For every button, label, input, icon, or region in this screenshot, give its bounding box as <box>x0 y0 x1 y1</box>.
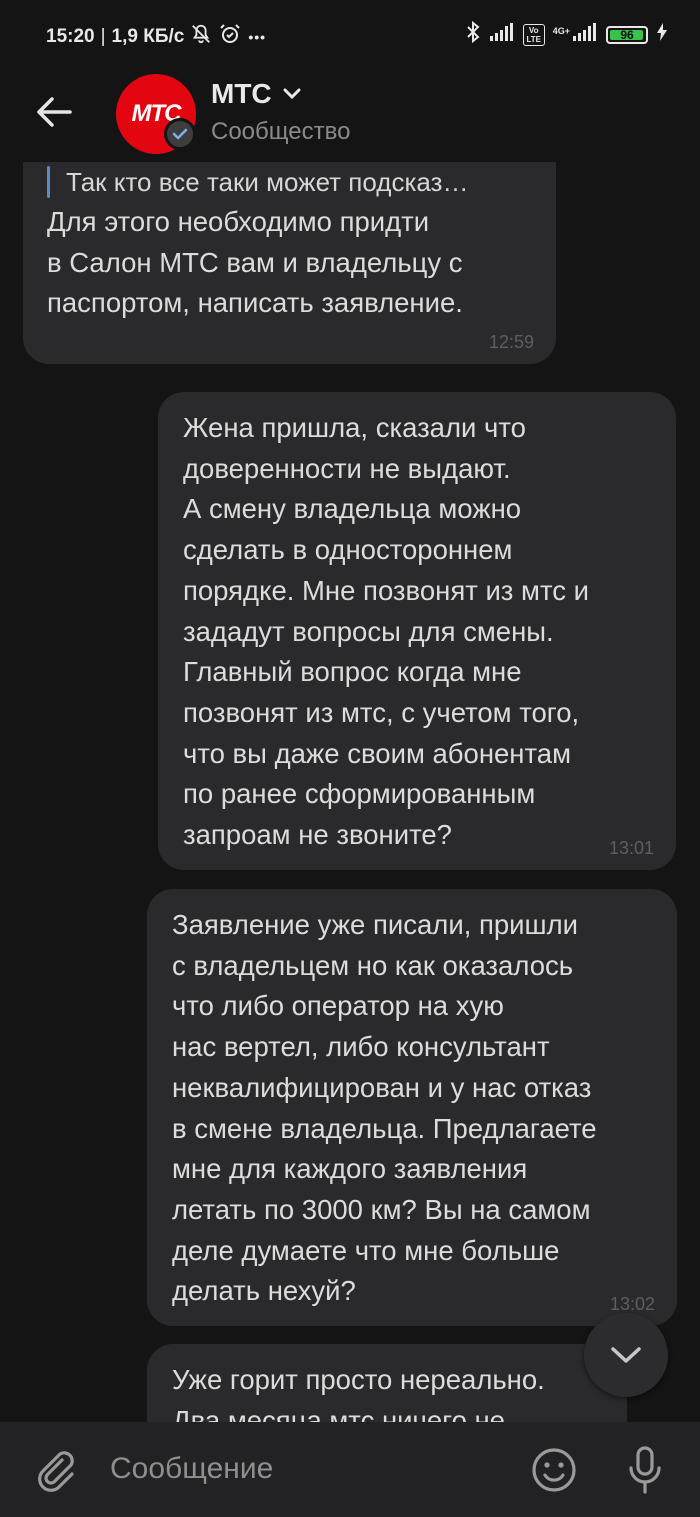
message-line: Для этого необходимо придти <box>47 206 430 237</box>
message-line: деле думаете что мне больше <box>172 1234 560 1266</box>
emoji-icon <box>532 1448 576 1492</box>
message-line: нас вертел, либо консультант <box>172 1031 550 1063</box>
message-time: 13:02 <box>609 1294 655 1314</box>
message-line: в Салон МТС вам и владельцу с <box>47 246 463 278</box>
chevron-down-icon <box>611 1347 641 1363</box>
battery-indicator: 96 <box>606 26 648 44</box>
chat-title[interactable]: МТС <box>211 78 302 110</box>
chat-subtitle: Сообщество <box>211 118 351 145</box>
back-button[interactable] <box>30 88 78 136</box>
back-arrow-icon <box>37 97 72 127</box>
message-line: неквалифицирован и у нас отказ <box>172 1071 592 1103</box>
network-type: 4G+ <box>552 26 570 36</box>
message-line: запроам не звоните? <box>183 819 452 851</box>
signal-strength-4g-icon <box>572 22 598 48</box>
mute-bell-icon <box>190 23 212 51</box>
message-line: А смену владельца можно <box>183 493 522 525</box>
message-line: летать по 3000 км? Вы на самом <box>172 1193 591 1225</box>
message-line: зададут вопросы для смены. <box>183 615 554 647</box>
message-line: делать нехуй? <box>172 1275 356 1307</box>
message-composer <box>0 1422 700 1517</box>
message-line: Главный вопрос когда мне <box>183 656 522 688</box>
chat-header: МТС МТС Сообщество <box>0 66 700 162</box>
reply-bar <box>47 166 50 198</box>
message-input[interactable] <box>110 1446 490 1492</box>
message-line: с владельцем но как оказалось <box>172 949 574 981</box>
status-bar: 15:20 | 1,9 КБ/с ••• Vo LTE 4G+ 96 <box>0 0 700 66</box>
alarm-icon <box>218 22 242 52</box>
battery-percent: 96 <box>620 28 634 42</box>
message-list[interactable]: Так кто все таки может подсказ… Для этог… <box>0 162 700 1422</box>
status-time: 15:20 <box>46 26 95 47</box>
message-bubble-incoming[interactable]: Так кто все таки может подсказ… Для этог… <box>23 162 556 364</box>
attach-icon <box>38 1451 74 1492</box>
message-bubble-outgoing[interactable]: Жена пришла, сказали что доверенности не… <box>158 392 676 870</box>
bluetooth-icon <box>465 20 481 50</box>
verified-check-icon <box>172 128 188 140</box>
message-line: в смене владельца. Предлагаете <box>172 1112 597 1144</box>
reply-quote-text: Так кто все таки может подсказ… <box>66 167 469 197</box>
message-bubble-outgoing[interactable]: Заявление уже писали, пришли с владельце… <box>147 889 677 1326</box>
message-line: Два месяца мтс ничего не <box>172 1404 505 1422</box>
message-line: Заявление уже писали, пришли <box>172 909 578 940</box>
charging-icon <box>656 22 668 48</box>
message-bubble-outgoing[interactable]: Уже горит просто нереально. Два месяца м… <box>147 1344 627 1422</box>
status-separator: | <box>100 26 106 47</box>
message-line: что вы даже своим абонентам <box>183 737 571 769</box>
status-speed: 1,9 КБ/с <box>111 26 185 47</box>
message-line: позвонят из мтс, с учетом того, <box>183 696 580 728</box>
volte-badge: Vo LTE <box>522 24 545 46</box>
chat-title-text: МТС <box>211 78 272 109</box>
verified-badge <box>164 118 196 150</box>
emoji-button[interactable] <box>530 1446 578 1494</box>
message-line: Уже горит просто нереально. <box>172 1364 545 1395</box>
message-line: сделать в одностороннем <box>183 534 513 566</box>
message-time: 13:01 <box>608 838 654 858</box>
status-more-dots: ••• <box>248 29 267 45</box>
message-line: паспортом, написать заявление. <box>47 287 463 319</box>
chevron-down-icon <box>283 88 301 100</box>
scroll-to-bottom-button[interactable] <box>584 1313 668 1397</box>
message-line: доверенности не выдают. <box>183 452 511 484</box>
message-line: что либо оператор на хую <box>172 990 504 1022</box>
message-line: порядке. Мне позвонят из мтс и <box>183 574 590 606</box>
message-line: по ранее сформированным <box>183 778 536 810</box>
signal-strength-icon <box>489 22 515 48</box>
message-line: Жена пришла, сказали что <box>183 412 526 443</box>
voice-record-button[interactable] <box>622 1444 668 1496</box>
attach-button[interactable] <box>32 1446 78 1492</box>
message-line: мне для каждого заявления <box>172 1153 528 1185</box>
reply-quote[interactable]: Так кто все таки может подсказ… <box>47 164 532 200</box>
message-time: 12:59 <box>488 332 534 352</box>
microphone-icon <box>629 1446 661 1494</box>
